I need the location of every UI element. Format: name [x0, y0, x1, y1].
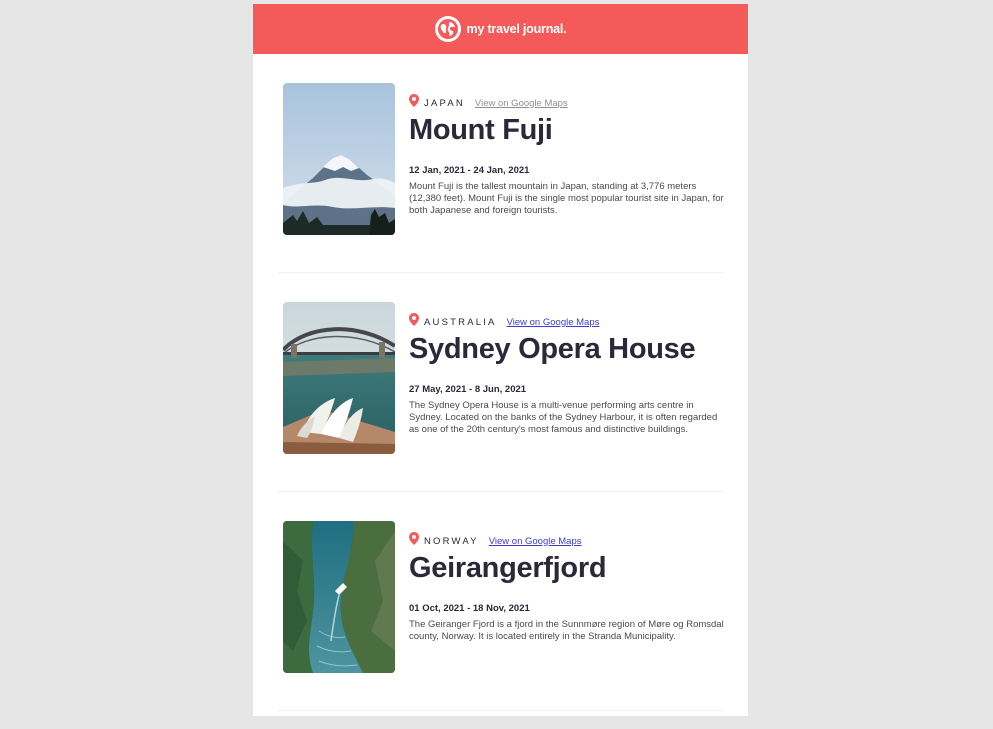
view-on-google-maps-link[interactable]: View on Google Maps: [489, 536, 582, 547]
entry-description: The Sydney Opera House is a multi-venue …: [409, 400, 718, 435]
location-pin-icon: [409, 94, 419, 112]
entry-description: Mount Fuji is the tallest mountain in Ja…: [409, 181, 724, 216]
entry-country: NORWAY: [424, 535, 479, 547]
location-pin-icon: [409, 532, 419, 550]
entry-dates: 27 May, 2021 - 8 Jun, 2021: [409, 384, 527, 395]
entry-meta: AUSTRALIA View on Google Maps: [409, 313, 724, 331]
location-pin-icon: [409, 313, 419, 331]
entry-photo-mount-fuji: [283, 83, 395, 235]
entries-list: JAPAN View on Google Maps Mount Fuji 12 …: [253, 54, 748, 711]
entry-description: The Geiranger Fjord is a fjord in the Su…: [409, 619, 724, 642]
entry-info: JAPAN View on Google Maps Mount Fuji 12 …: [409, 83, 724, 235]
entry-dates: 12 Jan, 2021 - 24 Jan, 2021: [409, 165, 530, 176]
journal-entry: NORWAY View on Google Maps Geirangerfjor…: [278, 492, 724, 711]
travel-journal-app: my travel journal. JAPAN View on Google …: [253, 4, 748, 716]
globe-icon: [434, 16, 461, 42]
entry-title: Sydney Opera House: [409, 333, 696, 365]
brand-name: my travel journal.: [466, 22, 567, 36]
view-on-google-maps-link[interactable]: View on Google Maps: [475, 98, 568, 109]
entry-photo-sydney-opera-house: [283, 302, 395, 454]
entry-photo-geirangerfjord: [283, 521, 395, 673]
entry-dates: 01 Oct, 2021 - 18 Nov, 2021: [409, 603, 530, 614]
view-on-google-maps-link[interactable]: View on Google Maps: [507, 317, 600, 328]
journal-entry: AUSTRALIA View on Google Maps Sydney Ope…: [278, 273, 723, 492]
entry-title: Mount Fuji: [409, 114, 553, 146]
entry-info: AUSTRALIA View on Google Maps Sydney Ope…: [409, 302, 724, 454]
navbar: my travel journal.: [253, 4, 748, 54]
journal-entry: JAPAN View on Google Maps Mount Fuji 12 …: [278, 54, 724, 273]
entry-country: JAPAN: [424, 97, 465, 109]
entry-title: Geirangerfjord: [409, 552, 607, 584]
entry-meta: JAPAN View on Google Maps: [409, 94, 724, 112]
entry-meta: NORWAY View on Google Maps: [409, 532, 724, 550]
entry-info: NORWAY View on Google Maps Geirangerfjor…: [409, 521, 724, 673]
entry-country: AUSTRALIA: [424, 316, 497, 328]
